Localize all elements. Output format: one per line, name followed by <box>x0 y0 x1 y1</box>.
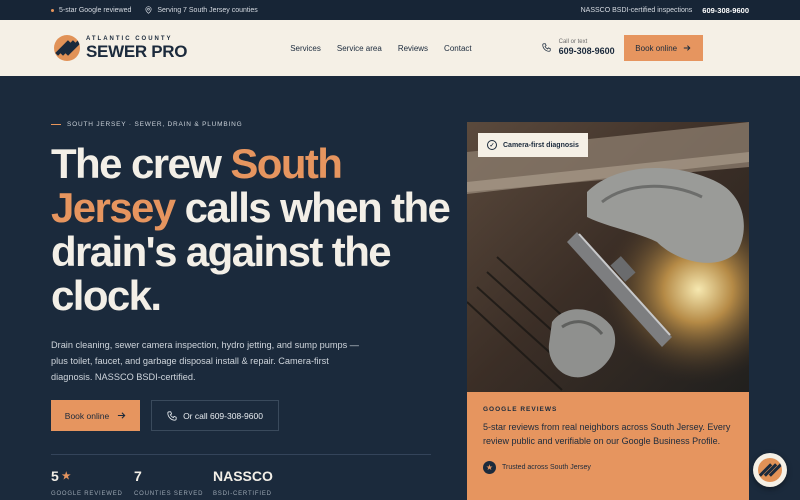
phone-icon <box>167 410 177 421</box>
stat-nassco-label: BSDI-CERTIFIED <box>213 491 272 497</box>
logo[interactable]: ATLANTIC COUNTY SEWER PRO <box>54 35 188 61</box>
hero-book-label: Book online <box>64 410 110 421</box>
stat-counties-value: 7 <box>134 468 142 484</box>
hero-description: Drain cleaning, sewer camera inspection,… <box>51 340 359 382</box>
floating-logo-button[interactable] <box>753 453 787 487</box>
stat-google-value: 5 <box>51 468 59 484</box>
hero-photo <box>467 122 749 392</box>
hero-call-button[interactable]: Or call 609-308-9600 <box>151 400 279 431</box>
camera-first-badge-text: Camera-first diagnosis <box>503 141 579 149</box>
reviews-trust-text: Trusted across South Jersey <box>502 464 591 471</box>
reviews-note: 5-star Google reviewed <box>51 7 131 14</box>
star-icon: ★ <box>483 461 496 474</box>
arrow-right-icon <box>118 412 126 419</box>
logo-mark-icon <box>54 35 80 61</box>
nav-service-area[interactable]: Service area <box>337 44 382 53</box>
stats-divider <box>51 454 431 455</box>
call-label: Call or text <box>558 39 588 45</box>
serving-note-text: Serving 7 South Jersey counties <box>157 6 258 14</box>
stat-counties-label: COUNTIES SERVED <box>134 491 204 497</box>
stat-google-label: GOOGLE REVIEWED <box>51 491 123 497</box>
main-nav: Services Service area Reviews Contact <box>290 44 471 53</box>
reviews-eyebrow: GOOGLE REVIEWS <box>483 406 558 413</box>
camera-first-badge: ✓ Camera-first diagnosis <box>478 133 588 157</box>
stat-counties: 7 COUNTIES SERVED <box>134 468 203 497</box>
stat-nassco: NASSCO BSDI-CERTIFIED <box>213 468 273 497</box>
reviews-trust: ★ Trusted across South Jersey <box>483 461 733 474</box>
header-call[interactable]: Call or text 609-308-9600 <box>541 39 615 57</box>
hero-eyebrow-text: SOUTH JERSEY · SEWER, DRAIN & PLUMBING <box>67 121 243 128</box>
map-pin-icon <box>145 6 152 14</box>
certified-note: NASSCO BSDI-certified inspections <box>580 6 693 14</box>
site-header: ATLANTIC COUNTY SEWER PRO Services Servi… <box>0 20 800 76</box>
nav-reviews[interactable]: Reviews <box>398 44 428 53</box>
nav-services[interactable]: Services <box>290 44 321 53</box>
hero-book-button[interactable]: Book online <box>51 400 140 431</box>
call-number: 609-308-9600 <box>558 46 615 57</box>
reviews-text: 5-star reviews from real neighbors acros… <box>483 422 731 446</box>
bullet-icon <box>51 8 54 12</box>
header-book-button[interactable]: Book online <box>623 35 703 61</box>
header-book-label: Book online <box>635 43 678 53</box>
hero-eyebrow: SOUTH JERSEY · SEWER, DRAIN & PLUMBING <box>51 121 242 128</box>
reviews-note-text: 5-star Google reviewed <box>59 6 132 14</box>
headline-pre: The crew <box>51 140 231 187</box>
hero-call-label: Or call 609-308-9600 <box>183 410 263 421</box>
arrow-right-icon <box>683 45 691 51</box>
nav-contact[interactable]: Contact <box>444 44 472 53</box>
logo-big-text: SEWER PRO <box>86 42 188 61</box>
topbar-phone-link[interactable]: 609-308-9600 <box>702 6 749 15</box>
google-reviews-card: GOOGLE REVIEWS 5-star reviews from real … <box>467 392 749 500</box>
eyebrow-line <box>51 124 61 125</box>
phone-icon <box>541 43 551 53</box>
star-icon: ★ <box>61 470 71 482</box>
stat-google: 5 ★ GOOGLE REVIEWED <box>51 468 123 497</box>
check-circle-icon: ✓ <box>487 140 497 150</box>
plumber-wrench-image <box>467 122 749 392</box>
hero-headline: The crew South Jersey calls when the dra… <box>51 142 451 318</box>
serving-note: Serving 7 South Jersey counties <box>145 6 258 14</box>
logo-mark-icon <box>758 458 782 482</box>
top-bar: 5-star Google reviewed Serving 7 South J… <box>0 0 800 20</box>
stat-nassco-value: NASSCO <box>213 468 273 484</box>
